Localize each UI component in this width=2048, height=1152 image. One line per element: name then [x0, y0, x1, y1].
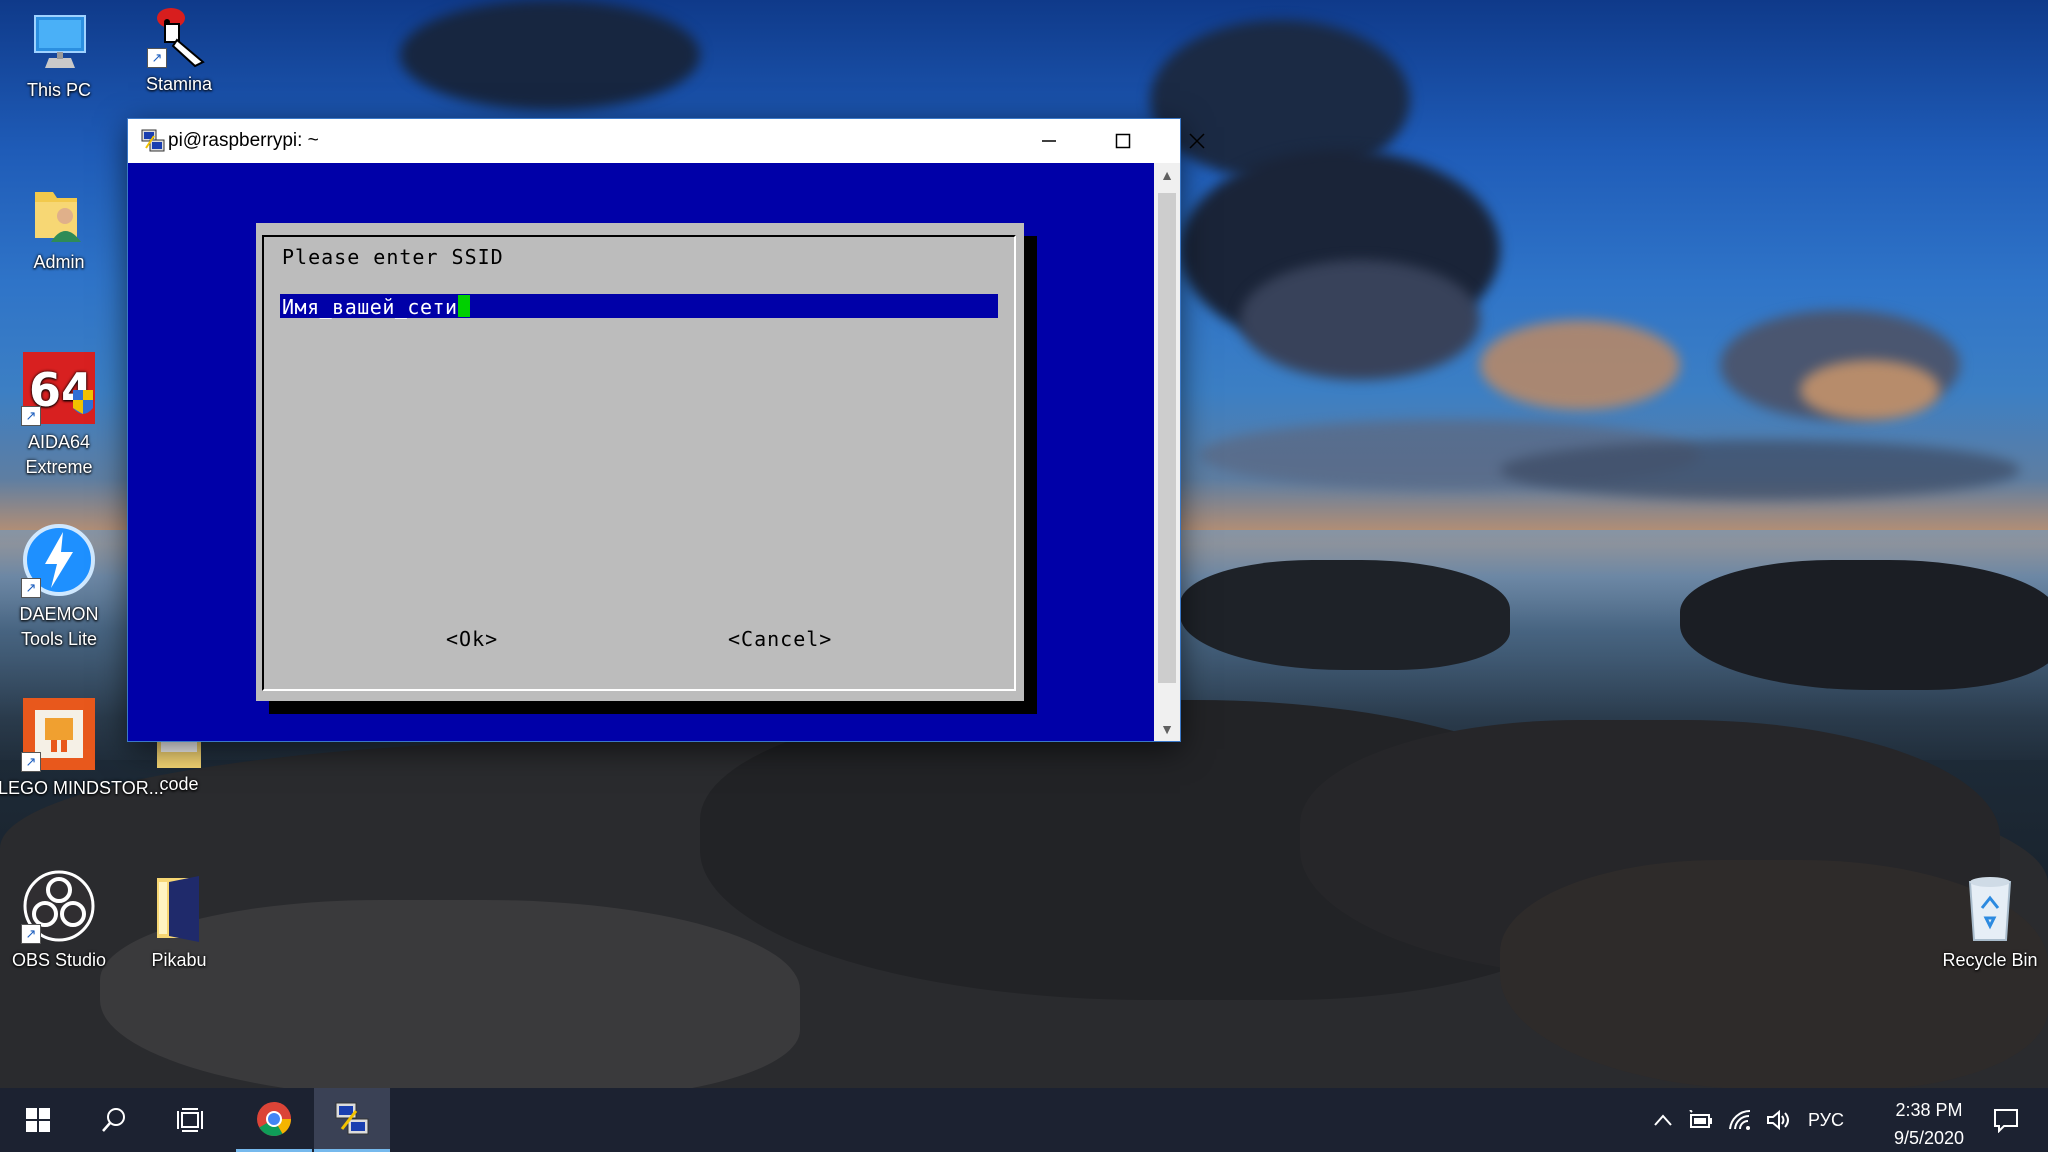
folder-icon — [147, 872, 211, 944]
desktop-icon-label: Recycle Bin — [1942, 950, 2038, 970]
desktop-icon-label: DAEMON Tools Lite — [19, 604, 99, 649]
desktop-icon-aida64[interactable]: 64 ↗ AIDA64 Extreme — [4, 350, 114, 480]
desktop-icon-code[interactable]: code — [124, 738, 234, 797]
desktop-icon-this-pc[interactable]: This PC — [4, 10, 114, 103]
aida64-icon: 64 ↗ — [21, 350, 97, 426]
user-folder-icon — [27, 182, 91, 246]
desktop-icon-label: code — [159, 774, 199, 794]
chevron-up-icon — [1654, 1114, 1672, 1126]
daemon-tools-icon: ↗ — [21, 522, 97, 598]
taskbar: РУС 2:38 PM 9/5/2020 — [0, 1088, 2048, 1152]
ssid-dialog: Please enter SSID Имя_вашей_сети <Ok> <C… — [256, 223, 1024, 701]
window-title: pi@raspberrypi: ~ — [168, 130, 319, 151]
dialog-prompt: Please enter SSID — [282, 245, 504, 269]
maximize-icon — [1115, 133, 1131, 149]
recycle-bin-icon — [1958, 872, 2022, 944]
taskbar-clock[interactable]: 2:38 PM 9/5/2020 — [1874, 1096, 1984, 1152]
minimize-icon — [1042, 140, 1056, 142]
clock-date: 9/5/2020 — [1893, 1128, 1965, 1148]
desktop-icon-lego-mindstorms[interactable]: ↗ LEGO MINDSTOR... — [0, 696, 164, 801]
shortcut-arrow-icon: ↗ — [21, 752, 41, 772]
desktop-icon-label: This PC — [26, 80, 91, 100]
cancel-button[interactable]: <Cancel> — [728, 627, 832, 651]
folder-icon — [147, 738, 211, 768]
task-view-icon — [177, 1108, 203, 1132]
desktop-icon-label: LEGO MINDSTOR... — [0, 778, 164, 798]
terminal-window[interactable]: pi@raspberrypi: ~ Please enter SSID Имя_… — [128, 119, 1205, 741]
desktop-icon-recycle-bin[interactable]: Recycle Bin — [1925, 872, 2048, 973]
desktop-icon-obs-studio[interactable]: ↗ OBS Studio — [4, 868, 114, 973]
window-titlebar[interactable]: pi@raspberrypi: ~ — [128, 119, 1205, 163]
taskbar-putty[interactable] — [314, 1088, 390, 1152]
taskbar-chrome[interactable] — [236, 1088, 312, 1152]
show-hidden-icons-button[interactable] — [1646, 1088, 1680, 1152]
obs-icon: ↗ — [21, 868, 97, 944]
putty-icon — [140, 128, 166, 154]
scroll-up-icon[interactable]: ▲ — [1154, 163, 1180, 187]
search-icon — [102, 1108, 125, 1132]
battery-button[interactable] — [1684, 1088, 1718, 1152]
desktop-icon-label: Admin — [33, 252, 85, 272]
task-view-button[interactable] — [152, 1088, 228, 1152]
desktop-icon-pikabu[interactable]: Pikabu — [124, 872, 234, 973]
desktop-icon-admin[interactable]: Admin — [4, 182, 114, 275]
scrollbar-thumb[interactable] — [1158, 193, 1176, 683]
input-language-button[interactable]: РУС — [1800, 1088, 1852, 1152]
terminal-screen[interactable]: Please enter SSID Имя_вашей_сети <Ok> <C… — [128, 163, 1154, 741]
clock-time: 2:38 PM — [1895, 1100, 1963, 1120]
desktop-icon-stamina[interactable]: ↗ Stamina — [124, 4, 234, 97]
close-button[interactable] — [1160, 119, 1234, 163]
close-icon — [1189, 133, 1205, 149]
chrome-icon — [257, 1101, 291, 1136]
shortcut-arrow-icon: ↗ — [21, 924, 41, 944]
shortcut-arrow-icon: ↗ — [21, 578, 41, 598]
battery-charging-icon — [1689, 1110, 1712, 1128]
maximize-button[interactable] — [1086, 119, 1160, 163]
search-button[interactable] — [76, 1088, 152, 1152]
ssid-input[interactable]: Имя_вашей_сети — [280, 294, 998, 319]
minimize-button[interactable] — [1012, 119, 1086, 163]
lego-mindstorms-icon: ↗ — [21, 696, 97, 772]
close-button[interactable] — [1232, 119, 1306, 163]
notification-icon — [1994, 1109, 2018, 1133]
wifi-icon — [1729, 1109, 1751, 1130]
shortcut-arrow-icon: ↗ — [21, 406, 41, 426]
text-cursor — [457, 295, 470, 317]
ssid-input-text: Имя_вашей_сети — [282, 295, 458, 319]
this-pc-icon — [27, 10, 91, 74]
stamina-icon: ↗ — [147, 4, 211, 68]
shortcut-arrow-icon: ↗ — [147, 48, 167, 68]
desktop-icon-label: AIDA64 Extreme — [25, 432, 93, 477]
start-button[interactable] — [0, 1088, 76, 1152]
putty-icon — [335, 1102, 369, 1134]
desktop-icon-label: Pikabu — [151, 950, 207, 970]
action-center-button[interactable] — [1976, 1088, 2036, 1152]
desktop-icon-label: OBS Studio — [11, 950, 107, 970]
ssid-input-value[interactable]: Имя_вашей_сети — [282, 295, 470, 319]
speaker-icon — [1767, 1109, 1789, 1131]
ok-button[interactable]: <Ok> — [446, 627, 498, 651]
vertical-scrollbar[interactable]: ▲ ▼ — [1154, 163, 1180, 741]
network-button[interactable] — [1724, 1088, 1758, 1152]
desktop-icon-daemon-tools[interactable]: ↗ DAEMON Tools Lite — [4, 522, 114, 652]
windows-logo-icon — [26, 1108, 50, 1132]
volume-button[interactable] — [1762, 1088, 1796, 1152]
scroll-down-icon[interactable]: ▼ — [1154, 717, 1180, 741]
desktop-icon-label: Stamina — [145, 74, 213, 94]
